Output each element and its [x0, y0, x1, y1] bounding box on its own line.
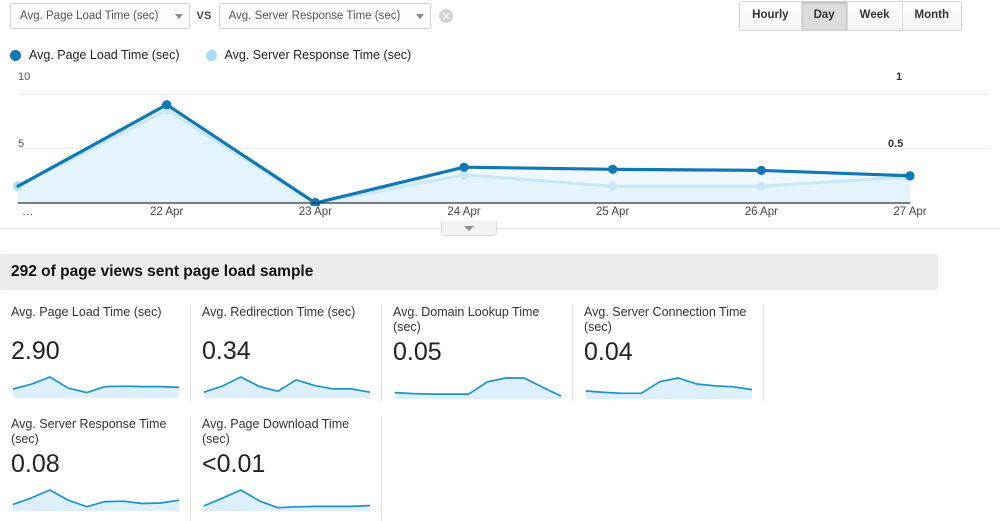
chart-data-point[interactable] [608, 164, 618, 174]
x-axis-tick-label: 27 Apr [893, 206, 927, 218]
legend-label: Avg. Server Response Time (sec) [224, 48, 412, 62]
chart-data-point[interactable] [905, 171, 915, 181]
chevron-down-icon [416, 13, 425, 19]
metric-card-value: 2.90 [11, 337, 60, 365]
vs-label: VS [196, 10, 212, 22]
legend-color-dot [10, 49, 21, 61]
chart-divider [0, 228, 1000, 229]
sparkline-area [13, 490, 179, 511]
x-axis-tick-label: 23 Apr [298, 206, 332, 218]
metric-card-sparkline [394, 377, 562, 399]
y-axis-left-tick-5: 5 [18, 138, 25, 150]
chart-canvas[interactable] [0, 66, 1000, 206]
metric-card-title: Avg. Domain Lookup Time (sec) [393, 305, 540, 334]
chart-legend: Avg. Page Load Time (sec) Avg. Server Re… [0, 40, 1000, 64]
metric-card-value: 0.04 [584, 338, 633, 366]
metric-card-title: Avg. Server Response Time (sec) [11, 417, 167, 446]
chart-collapse-toggle[interactable] [441, 221, 497, 236]
legend-color-dot [205, 49, 217, 61]
secondary-metric-label: Avg. Server Response Time (sec) [228, 10, 401, 22]
metric-card[interactable]: Avg. Page Download Time (sec) <0.01 [191, 416, 382, 521]
metric-card[interactable]: Avg. Domain Lookup Time (sec) 0.05 [382, 304, 573, 401]
metric-card-value: <0.01 [202, 450, 266, 478]
metric-card-sparkline [585, 377, 753, 399]
period-button-hourly[interactable]: Hourly [740, 2, 802, 30]
y-axis-right-tick-0.5: 0.5 [888, 138, 904, 150]
metric-card[interactable]: Avg. Page Load Time (sec) 2.90 [0, 304, 191, 401]
metric-selector-group: Avg. Page Load Time (sec) VS Avg. Server… [10, 3, 454, 29]
metric-card[interactable]: Avg. Redirection Time (sec) 0.34 [191, 304, 382, 401]
metric-card-value: 0.34 [202, 337, 251, 365]
metric-card[interactable]: Avg. Server Response Time (sec) 0.08 [0, 416, 191, 521]
sparkline-area [204, 377, 370, 398]
metric-cards-row-1: Avg. Page Load Time (sec) 2.90 Avg. Redire… [0, 304, 1000, 401]
chart-data-point[interactable] [756, 165, 766, 175]
metric-card-title: Avg. Redirection Time (sec) [202, 305, 356, 319]
metric-card-sparkline [203, 489, 371, 511]
chart-area-fill [18, 104, 910, 203]
x-axis-tick-label: 25 Apr [596, 206, 630, 218]
metric-card-sparkline [203, 376, 371, 398]
metric-card-title: Avg. Page Load Time (sec) [11, 305, 162, 319]
sparkline-area [13, 377, 179, 398]
x-axis-tick-label: 26 Apr [744, 206, 778, 218]
time-granularity-group: Hourly Day Week Month [739, 1, 962, 31]
metric-card-value: 0.05 [393, 338, 442, 366]
x-axis-tick-label: 24 Apr [447, 206, 481, 218]
x-axis-tick-label: 22 Apr [150, 206, 184, 218]
metric-card[interactable]: Avg. Server Connection Time (sec) 0.04 [573, 304, 764, 401]
sampling-banner-text: 292 of page views sent page load sample [11, 263, 314, 280]
y-axis-right-tick-1: 1 [896, 71, 903, 83]
metric-card-value: 0.08 [11, 450, 60, 478]
legend-label: Avg. Page Load Time (sec) [29, 48, 180, 62]
metric-cards-row-2: Avg. Server Response Time (sec) 0.08 Avg. … [0, 416, 1000, 521]
sampling-banner: 292 of page views sent page load sample [0, 254, 938, 290]
chevron-down-icon [174, 13, 183, 19]
legend-item-page-load-time[interactable]: Avg. Page Load Time (sec) [10, 48, 180, 62]
period-button-week[interactable]: Week [847, 2, 903, 30]
metric-card-title: Avg. Server Connection Time (sec) [584, 305, 747, 334]
period-button-month[interactable]: Month [902, 2, 961, 30]
sparkline-area [586, 378, 752, 399]
primary-metric-label: Avg. Page Load Time (sec) [20, 10, 159, 22]
metric-card-title: Avg. Page Download Time (sec) [202, 417, 350, 446]
secondary-metric-select[interactable]: Avg. Server Response Time (sec) [218, 3, 432, 29]
chart-toolbar: Avg. Page Load Time (sec) VS Avg. Server… [0, 0, 1000, 40]
metric-card-sparkline [12, 489, 180, 511]
timeseries-chart: 10 5 1 0.5 … 22 Apr 23 Apr 24 Apr 25 Apr 26 A… [0, 66, 1000, 236]
x-axis-tick-label: … [22, 206, 34, 218]
metric-card-sparkline [12, 376, 180, 398]
period-button-day[interactable]: Day [801, 2, 848, 30]
chart-data-point[interactable] [162, 100, 172, 110]
chart-data-point[interactable] [459, 162, 469, 172]
primary-metric-select[interactable]: Avg. Page Load Time (sec) [10, 3, 190, 29]
legend-item-server-response-time[interactable]: Avg. Server Response Time (sec) [205, 48, 412, 62]
y-axis-left-tick-10: 10 [18, 71, 31, 83]
remove-circle-icon[interactable] [439, 9, 454, 23]
